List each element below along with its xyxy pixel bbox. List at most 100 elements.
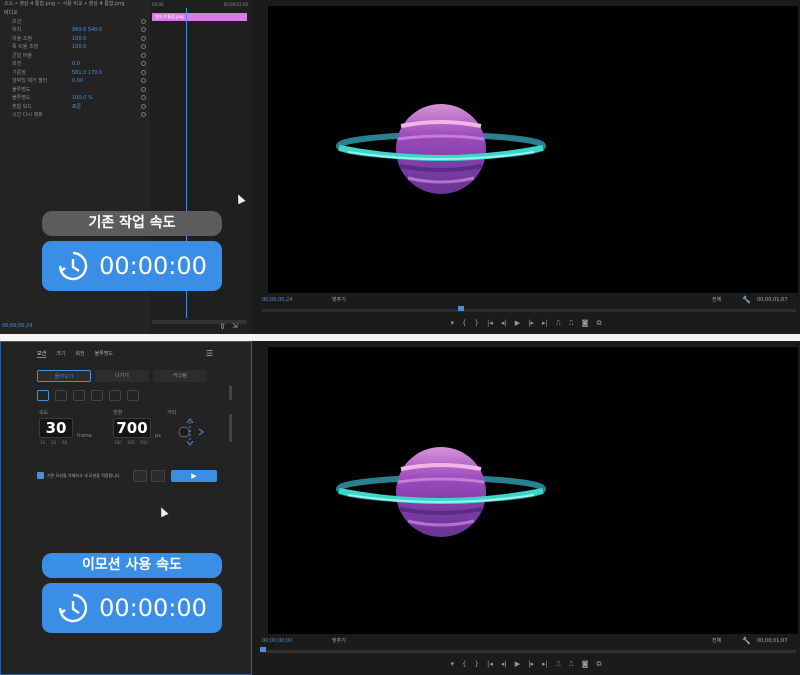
keyframe-toggle-icon[interactable] bbox=[141, 27, 146, 32]
keyframe-toggle-icon[interactable] bbox=[141, 52, 146, 58]
effect-row-value[interactable]: 0.0 bbox=[72, 60, 80, 68]
in-point-icon[interactable]: { bbox=[462, 660, 466, 670]
effect-rows: 모션 위치 960.0 540.0 비율 조정 100.0 폭 비율 조정 100.0 균일 … bbox=[0, 18, 150, 120]
marker-icon[interactable]: ▾ bbox=[451, 660, 455, 670]
effect-row[interactable]: 기준점 581.0 170.0 bbox=[0, 69, 150, 78]
effect-row[interactable]: 시간 다시 매핑 bbox=[0, 111, 150, 120]
effect-row[interactable]: 회전 0.0 bbox=[0, 60, 150, 69]
effect-row-value[interactable]: 0.00 bbox=[72, 77, 83, 85]
camera-icon[interactable]: ◙ bbox=[582, 660, 589, 670]
play-icon[interactable]: ▶ bbox=[515, 319, 520, 329]
effect-row[interactable]: 비율 조정 100.0 bbox=[0, 35, 150, 44]
fit-dropdown[interactable]: 맞추기 bbox=[332, 296, 346, 303]
go-to-out-icon[interactable]: ▸| bbox=[542, 319, 548, 329]
tab-rotation[interactable]: 회전 bbox=[75, 350, 84, 358]
speed-input[interactable]: 30 bbox=[39, 418, 73, 438]
hamburger-menu-icon[interactable]: ☰ bbox=[206, 349, 213, 358]
compare-icon[interactable]: ⧉ bbox=[596, 660, 601, 670]
extract-icon[interactable]: ⎍ bbox=[569, 660, 574, 670]
keyframe-toggle-icon[interactable] bbox=[141, 86, 146, 92]
marker-icon[interactable]: ▾ bbox=[451, 319, 455, 329]
keyframe-toggle-icon[interactable] bbox=[141, 18, 146, 24]
lift-icon[interactable]: ⎍ bbox=[556, 660, 561, 670]
keyframe-toggle-icon[interactable] bbox=[141, 112, 146, 117]
distance-preset-2[interactable]: 300 bbox=[127, 440, 135, 445]
effect-row-value[interactable]: 960.0 540.0 bbox=[72, 26, 102, 34]
effect-row[interactable]: 모션 bbox=[0, 18, 150, 27]
quality-dropdown[interactable]: 전체 bbox=[712, 296, 721, 303]
curve-ease-in-icon[interactable] bbox=[55, 390, 67, 401]
step-forward-icon[interactable]: |▸ bbox=[528, 660, 534, 670]
wrench-icon[interactable]: 🔧 bbox=[742, 296, 751, 304]
go-to-in-icon[interactable]: |◂ bbox=[487, 660, 493, 670]
keyframe-toggle-icon[interactable] bbox=[141, 61, 146, 66]
speed-preset-2[interactable]: 30 bbox=[51, 440, 56, 445]
keyframe-toggle-icon[interactable] bbox=[141, 95, 146, 100]
curve-ease-out-icon[interactable] bbox=[73, 390, 85, 401]
apply-button[interactable]: ▶ bbox=[171, 470, 217, 482]
effect-row-value[interactable]: 100.0 % bbox=[72, 94, 93, 102]
effect-row-value[interactable]: 581.0 170.0 bbox=[72, 69, 102, 77]
in-point-icon[interactable]: { bbox=[462, 319, 466, 329]
reset-icon[interactable] bbox=[133, 470, 147, 482]
lift-icon[interactable]: ⎍ bbox=[556, 319, 561, 329]
effect-row[interactable]: 불투명도 100.0 % bbox=[0, 94, 150, 103]
extract-icon[interactable]: ⎍ bbox=[569, 319, 574, 329]
distance-input[interactable]: 700 bbox=[113, 418, 151, 438]
curve-ease-in-out-icon[interactable] bbox=[91, 390, 103, 401]
fit-dropdown[interactable]: 맞추기 bbox=[332, 637, 346, 644]
keyframe-toggle-icon[interactable] bbox=[141, 103, 146, 109]
document-icon[interactable] bbox=[151, 470, 165, 482]
tab-opacity[interactable]: 불투명도 bbox=[95, 350, 113, 358]
camera-icon[interactable]: ◙ bbox=[582, 319, 589, 329]
tab-scale[interactable]: 크기 bbox=[56, 350, 65, 358]
monitor-playhead[interactable] bbox=[458, 306, 464, 311]
go-to-out-icon[interactable]: ▸| bbox=[542, 660, 548, 670]
effect-row[interactable]: 깜박임 제거 필터 0.00 bbox=[0, 77, 150, 86]
in-button[interactable]: 들어오기 bbox=[37, 370, 91, 382]
curve-linear-icon[interactable] bbox=[37, 390, 49, 401]
step-forward-icon[interactable]: |▸ bbox=[528, 319, 534, 329]
distance-preset-1[interactable]: 100 bbox=[114, 440, 122, 445]
wrench-icon[interactable]: 🔧 bbox=[742, 637, 751, 645]
custom-button[interactable]: 커스텀 bbox=[153, 370, 207, 382]
play-icon[interactable]: ▶ bbox=[515, 660, 520, 670]
speed-preset-1[interactable]: 10 bbox=[40, 440, 45, 445]
out-button[interactable]: 나가기 bbox=[95, 370, 149, 382]
effect-row[interactable]: 불투명도 bbox=[0, 86, 150, 95]
effect-row[interactable]: 위치 960.0 540.0 bbox=[0, 26, 150, 35]
out-point-icon[interactable]: } bbox=[475, 319, 479, 329]
step-back-icon[interactable]: ◂| bbox=[501, 660, 507, 670]
go-to-in-icon[interactable]: |◂ bbox=[487, 319, 493, 329]
direction-arrows-icon[interactable] bbox=[173, 418, 207, 446]
effect-row[interactable]: 혼합 모드 표준 bbox=[0, 103, 150, 112]
step-back-icon[interactable]: ◂| bbox=[501, 319, 507, 329]
effect-row-value[interactable]: 100.0 bbox=[72, 35, 86, 43]
curve-s-icon[interactable] bbox=[109, 390, 121, 401]
emotion-speed-badge: 이모션 사용 속도 bbox=[42, 553, 222, 578]
keyframe-toggle-icon[interactable] bbox=[141, 44, 146, 49]
panel-scrollbar-lower[interactable] bbox=[229, 414, 232, 442]
monitor-scrubber[interactable] bbox=[262, 650, 796, 653]
export-icon[interactable]: ⇲ bbox=[232, 322, 238, 330]
keyframe-toggle-icon[interactable] bbox=[141, 69, 146, 75]
quality-dropdown[interactable]: 전체 bbox=[712, 637, 721, 644]
clip-bar[interactable]: 영상 4 통합.png bbox=[152, 13, 247, 21]
keyframe-toggle-icon[interactable] bbox=[141, 78, 146, 83]
keyframe-toggle-icon[interactable] bbox=[141, 35, 146, 41]
monitor-playhead[interactable] bbox=[260, 647, 266, 652]
effect-row[interactable]: 균일 비율 bbox=[0, 52, 150, 61]
speed-preset-3[interactable]: 60 bbox=[62, 440, 67, 445]
out-point-icon[interactable]: } bbox=[475, 660, 479, 670]
effect-row-value[interactable]: 100.0 bbox=[72, 43, 86, 51]
filter-icon[interactable]: ⊽ bbox=[220, 323, 225, 331]
replace-motion-checkbox[interactable] bbox=[37, 472, 44, 479]
curve-step-icon[interactable] bbox=[127, 390, 139, 401]
effect-row-value[interactable]: 표준 bbox=[72, 103, 81, 111]
panel-scrollbar[interactable] bbox=[229, 386, 232, 400]
monitor-scrubber[interactable] bbox=[262, 309, 796, 312]
tab-motion[interactable]: 모션 bbox=[37, 350, 47, 358]
compare-icon[interactable]: ⧉ bbox=[596, 319, 601, 329]
effect-row[interactable]: 폭 비율 조정 100.0 bbox=[0, 43, 150, 52]
distance-preset-3[interactable]: 500 bbox=[140, 440, 148, 445]
